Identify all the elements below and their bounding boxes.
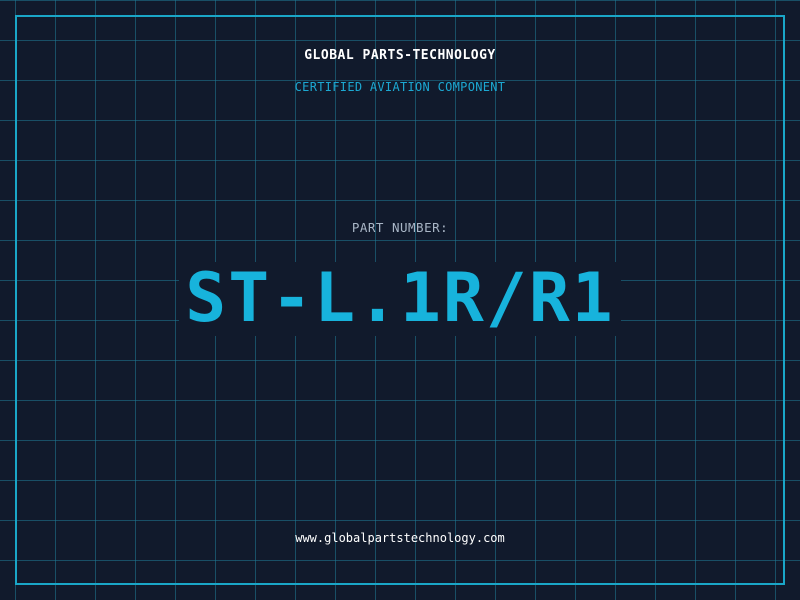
part-number-value: ST-L.1R/R1 [179,262,621,336]
part-number-label: PART NUMBER: [351,220,449,235]
part-number-container: ST-L.1R/R1 [0,262,800,336]
certification-tagline: CERTIFIED AVIATION COMPONENT [294,80,506,94]
company-name: GLOBAL PARTS-TECHNOLOGY [304,48,496,63]
part-label-screen: GLOBAL PARTS-TECHNOLOGY CERTIFIED AVIATI… [0,0,800,600]
website-url: www.globalpartstechnology.com [295,531,505,545]
